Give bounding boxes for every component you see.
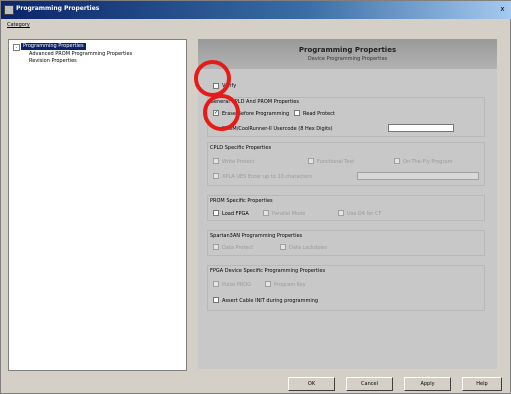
window-title: Programming Properties [16, 5, 100, 12]
pulse-prog-label: Pulse PROG [222, 282, 252, 288]
parallel-mode-checkbox[interactable] [263, 210, 269, 216]
highlight-ring-verify [194, 60, 231, 97]
prom-group-label: PROM Specific Properties [210, 198, 273, 204]
fpga-group-label: FPGA Device Specific Programming Propert… [210, 268, 326, 274]
tree-item-programming-properties[interactable]: Programming Properties [21, 43, 86, 50]
xpla-ues-checkbox[interactable] [213, 173, 219, 179]
assert-cable-init-checkbox[interactable] [213, 297, 219, 303]
panel-header: Programming Properties Device Programmin… [198, 39, 497, 69]
xpla-ues-label: XPLA UES Enter up to 10 characters [222, 174, 312, 180]
write-protect-checkbox[interactable] [213, 158, 219, 164]
program-key-checkbox[interactable] [265, 281, 271, 287]
programming-properties-window: Programming Properties x Category - Prog… [0, 0, 511, 394]
category-menu[interactable]: Category [7, 22, 30, 28]
data-protect-label: Data Protect [222, 245, 254, 251]
close-icon[interactable]: x [497, 4, 508, 14]
cpld-group-label: CPLD Specific Properties [210, 145, 272, 151]
functional-test-checkbox[interactable] [308, 158, 314, 164]
usercode-input[interactable] [388, 124, 454, 132]
read-protect-checkbox[interactable] [294, 110, 300, 116]
on-the-fly-checkbox[interactable] [394, 158, 400, 164]
panel-subtitle: Device Programming Properties [307, 56, 388, 62]
app-icon [4, 5, 14, 15]
usercode-label: PROM/CoolRunner-II Usercode (8 Hex Digit… [222, 126, 333, 132]
data-lockdown-label: Data Lockdown [289, 245, 328, 251]
tree-item-revision-properties[interactable]: Revision Properties [29, 58, 77, 65]
write-protect-label: Write Protect [222, 159, 255, 165]
help-button[interactable]: Help [462, 377, 502, 391]
ok-button[interactable]: OK [288, 377, 335, 391]
apply-button[interactable]: Apply [404, 377, 451, 391]
pulse-prog-checkbox[interactable] [213, 281, 219, 287]
use-d4-checkbox[interactable] [338, 210, 344, 216]
program-key-label: Program Key [274, 282, 306, 288]
title-bar[interactable]: Programming Properties x [1, 1, 511, 19]
data-protect-checkbox[interactable] [213, 244, 219, 250]
spartan3an-group-label: Spartan3AN Programming Properties [210, 233, 303, 239]
use-d4-label: Use D4 for CF [347, 211, 382, 217]
cancel-button[interactable]: Cancel [346, 377, 393, 391]
collapse-icon[interactable]: - [13, 44, 20, 51]
load-fpga-checkbox[interactable] [213, 210, 219, 216]
panel-title: Programming Properties [298, 46, 397, 54]
on-the-fly-label: On-The-Fly Program [403, 159, 453, 165]
parallel-mode-label: Parallel Mode [272, 211, 306, 217]
functional-test-label: Functional Test [317, 159, 355, 165]
category-tree[interactable]: - Programming Properties Advanced PROM P… [8, 39, 187, 371]
menu-bar: Category [1, 19, 511, 31]
assert-cable-init-label: Assert Cable INIT during programming [222, 298, 319, 304]
read-protect-label: Read Protect [303, 111, 335, 117]
data-lockdown-checkbox[interactable] [280, 244, 286, 250]
highlight-ring-erase [203, 94, 240, 131]
load-fpga-label: Load FPGA [222, 211, 249, 217]
xpla-ues-input[interactable] [357, 172, 479, 180]
tree-item-advanced-prom[interactable]: Advanced PROM Programming Properties [29, 51, 132, 58]
